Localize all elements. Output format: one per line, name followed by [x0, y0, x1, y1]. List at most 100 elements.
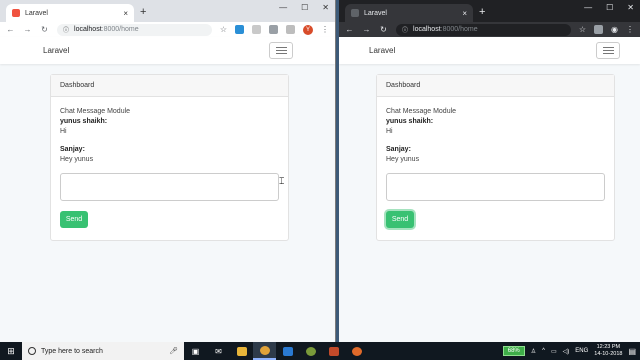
- back-icon[interactable]: ←: [345, 25, 354, 34]
- toolbar-icons: ☆ Y ⋮: [220, 24, 329, 35]
- network-icon[interactable]: ▭: [551, 348, 557, 355]
- new-tab-button[interactable]: +: [479, 6, 485, 18]
- card-header: Dashboard: [377, 75, 614, 97]
- chat-message: yunus shaikh: Hi: [386, 117, 605, 137]
- hamburger-menu-icon[interactable]: [596, 42, 620, 59]
- address-bar[interactable]: ⓘ localhost:8000/home: [396, 23, 571, 36]
- cortana-icon: [28, 347, 36, 355]
- module-title: Chat Message Module: [60, 108, 131, 115]
- app-navbar: Laravel: [0, 37, 335, 64]
- chrome-app-icon[interactable]: [253, 342, 276, 360]
- people-icon[interactable]: ♙: [531, 348, 536, 355]
- search-placeholder: Type here to search: [41, 347, 103, 355]
- tab-strip: Laravel × + — ☐ ✕: [339, 0, 640, 22]
- browser-tab[interactable]: Laravel ×: [345, 4, 473, 22]
- dashboard-card: Dashboard Chat Message Module yunus shai…: [376, 74, 615, 241]
- app-brand[interactable]: Laravel: [369, 46, 395, 55]
- message-text: Hey yunus: [60, 156, 94, 163]
- module-title: Chat Message Module: [386, 108, 457, 115]
- laravel-favicon-icon: [351, 9, 359, 17]
- url-host: localhost: [74, 26, 102, 33]
- url-path: :8000/home: [101, 26, 139, 33]
- send-button[interactable]: Send: [386, 211, 414, 228]
- reload-icon[interactable]: ↻: [379, 25, 388, 34]
- chat-message: yunus shaikh: Hi: [60, 117, 279, 137]
- maximize-icon[interactable]: ☐: [301, 3, 308, 12]
- browser-window-left: Laravel × + — ☐ ✕ ← → ↻ ⓘ localhost:8000…: [0, 0, 336, 342]
- app-icon[interactable]: [345, 342, 368, 360]
- hamburger-menu-icon[interactable]: [269, 42, 293, 59]
- incognito-icon[interactable]: ◉: [611, 25, 618, 34]
- dashboard-card: Dashboard Chat Message Module yunus shai…: [50, 74, 289, 241]
- maximize-icon[interactable]: ☐: [606, 3, 613, 12]
- message-author: yunus shaikh:: [60, 118, 108, 125]
- app-icon[interactable]: [299, 342, 322, 360]
- message-text: Hi: [60, 128, 67, 135]
- camera-extension-icon[interactable]: [594, 25, 604, 34]
- message-text: Hey yunus: [386, 156, 420, 163]
- chat-message: Sanjay: Hey yunus: [60, 145, 279, 165]
- message-textarea[interactable]: [386, 173, 605, 201]
- reload-icon[interactable]: ↻: [40, 25, 49, 34]
- task-view-icon[interactable]: ▣: [184, 342, 207, 360]
- toolbar-icons: ☆ ◉ ⋮: [579, 25, 634, 34]
- window-controls: — ☐ ✕: [584, 3, 634, 12]
- browser-tab[interactable]: Laravel ×: [6, 4, 134, 22]
- mail-app-icon[interactable]: ✉: [207, 342, 230, 360]
- tab-title: Laravel: [364, 9, 387, 17]
- star-icon[interactable]: ☆: [220, 25, 227, 34]
- kebab-menu-icon[interactable]: ⋮: [626, 25, 634, 34]
- chevron-up-icon[interactable]: ^: [542, 348, 545, 354]
- clock[interactable]: 12:23 PM 14-10-2018: [594, 344, 622, 358]
- volume-icon[interactable]: ◁): [563, 348, 570, 355]
- window-controls: — ☐ ✕: [279, 3, 329, 12]
- close-tab-icon[interactable]: ×: [462, 9, 467, 18]
- microphone-icon[interactable]: 🎤︎: [169, 347, 178, 355]
- vscode-app-icon[interactable]: [276, 342, 299, 360]
- camera-extension-icon[interactable]: [269, 25, 278, 34]
- clock-time: 12:23 PM: [596, 344, 621, 350]
- card-header: Dashboard: [51, 75, 288, 97]
- windows-start-icon[interactable]: ⊞: [0, 342, 22, 360]
- mouse-cursor-icon: ⌶: [279, 176, 285, 186]
- send-button[interactable]: Send: [60, 211, 88, 228]
- browser-toolbar: ← → ↻ ⓘ localhost:8000/home ☆ Y ⋮: [0, 22, 335, 37]
- card-body: Chat Message Module yunus shaikh: Hi San…: [377, 97, 614, 238]
- new-tab-button[interactable]: +: [140, 6, 146, 18]
- message-author: Sanjay:: [60, 146, 85, 153]
- url-host: localhost: [413, 26, 441, 33]
- extension-icon[interactable]: [252, 25, 261, 34]
- extension-icon[interactable]: [235, 25, 244, 34]
- battery-indicator[interactable]: 68%: [502, 346, 525, 356]
- laravel-favicon-icon: [12, 9, 20, 17]
- minimize-icon[interactable]: —: [279, 3, 287, 12]
- message-author: yunus shaikh:: [386, 118, 434, 125]
- star-icon[interactable]: ☆: [579, 25, 586, 34]
- close-tab-icon[interactable]: ×: [123, 9, 128, 18]
- kebab-menu-icon[interactable]: ⋮: [321, 25, 329, 34]
- browser-window-right: Laravel × + — ☐ ✕ ← → ↻ ⓘ localhost:8000…: [339, 0, 640, 342]
- extension-icon[interactable]: [286, 25, 295, 34]
- address-bar[interactable]: ⓘ localhost:8000/home: [57, 23, 212, 36]
- language-indicator[interactable]: ENG: [575, 348, 588, 354]
- close-window-icon[interactable]: ✕: [322, 3, 329, 12]
- taskbar-search-input[interactable]: Type here to search 🎤︎: [22, 342, 184, 360]
- forward-icon[interactable]: →: [362, 25, 371, 34]
- message-textarea[interactable]: [60, 173, 279, 201]
- action-center-icon[interactable]: ▤: [628, 347, 636, 356]
- app-brand[interactable]: Laravel: [43, 46, 69, 55]
- profile-avatar[interactable]: Y: [303, 24, 313, 35]
- tab-strip: Laravel × + — ☐ ✕: [0, 0, 335, 22]
- tab-title: Laravel: [25, 9, 48, 17]
- app-icon[interactable]: [322, 342, 345, 360]
- back-icon[interactable]: ←: [6, 25, 15, 34]
- system-tray: 68% ♙ ^ ▭ ◁) ENG 12:23 PM 14-10-2018 ▤: [502, 344, 640, 358]
- close-window-icon[interactable]: ✕: [627, 3, 634, 12]
- info-icon[interactable]: ⓘ: [402, 25, 408, 34]
- clock-date: 14-10-2018: [594, 351, 623, 357]
- minimize-icon[interactable]: —: [584, 3, 592, 12]
- info-icon[interactable]: ⓘ: [63, 25, 69, 34]
- app-navbar: Laravel: [339, 37, 640, 64]
- forward-icon[interactable]: →: [23, 25, 32, 34]
- file-explorer-icon[interactable]: [230, 342, 253, 360]
